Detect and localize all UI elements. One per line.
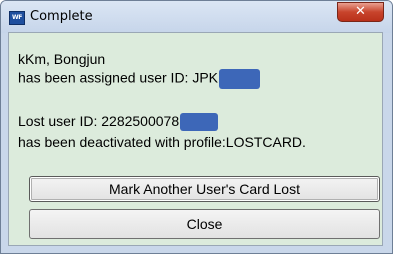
close-button[interactable]: Close [29,209,380,239]
lost-id-text: Lost user ID: 2282500078 [18,113,180,129]
window-close-button[interactable]: ✕ [337,2,384,22]
user-name-text: kKm, Bongjun [18,51,106,67]
close-icon: ✕ [355,4,366,19]
title-bar[interactable]: WF Complete ✕ [1,1,392,33]
assigned-id-text: has been assigned user ID: JPK [18,69,219,86]
assigned-id-line: has been assigned user ID: JPK [18,69,261,89]
redacted-lost-id [180,113,219,132]
lost-id-line: Lost user ID: 2282500078 [18,113,219,132]
mark-another-card-lost-button[interactable]: Mark Another User's Card Lost [29,176,380,202]
app-icon: WF [9,11,25,25]
window-title: Complete [30,9,93,24]
deactivated-text: has been deactivated with profile:LOSTCA… [18,134,306,150]
redacted-user-id [219,69,261,89]
